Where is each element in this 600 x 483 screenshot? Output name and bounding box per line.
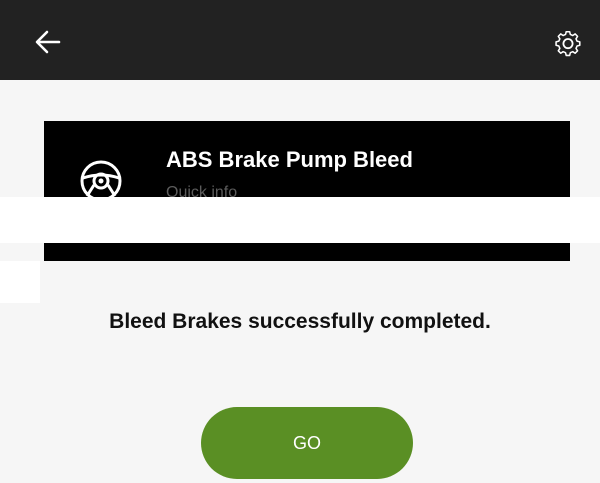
settings-button[interactable]: [546, 22, 590, 66]
overlay-strip: [0, 261, 40, 303]
top-app-bar: [0, 0, 600, 80]
gear-icon: [555, 30, 581, 57]
card-title: ABS Brake Pump Bleed: [166, 147, 413, 172]
back-button[interactable]: [26, 20, 70, 64]
arrow-left-icon: [35, 30, 61, 54]
overlay-band: [0, 197, 600, 243]
status-message: Bleed Brakes successfully completed.: [109, 310, 491, 333]
go-button[interactable]: GO: [201, 407, 413, 479]
